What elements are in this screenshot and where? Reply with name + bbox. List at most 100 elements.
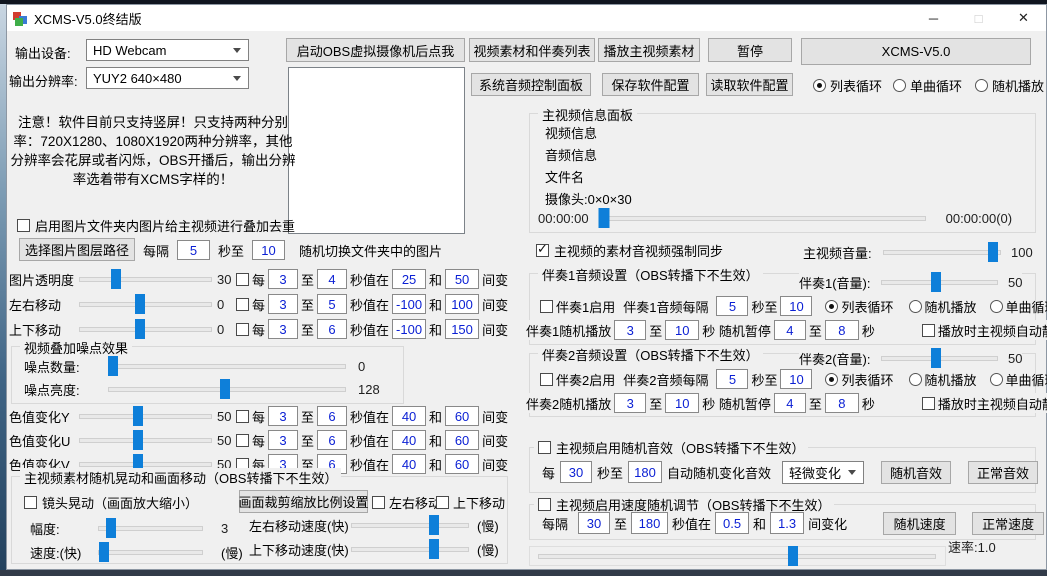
save-config-button[interactable]: 保存软件配置 [602, 73, 699, 96]
load-config-button[interactable]: 读取软件配置 [706, 73, 793, 96]
noise-bright-slider[interactable] [108, 379, 346, 399]
accomp2-pt-input[interactable]: 8 [825, 393, 859, 413]
from-input[interactable]: 3 [268, 406, 298, 426]
accomp2-to-input[interactable]: 10 [780, 369, 812, 389]
mode-single-loop[interactable]: 单曲循环 [893, 76, 962, 94]
to-input[interactable]: 4 [317, 269, 347, 289]
random-sfx-button[interactable]: 随机音效 [881, 461, 951, 484]
sfx-from-input[interactable]: 30 [560, 461, 592, 483]
lr-move-checkbox[interactable] [372, 496, 385, 509]
speed-max-input[interactable]: 1.3 [770, 512, 804, 534]
slider-thumb[interactable] [133, 406, 143, 426]
status-listbox[interactable] [288, 67, 465, 234]
ud-move-checkbox[interactable] [436, 496, 449, 509]
accomp2-single-radio[interactable] [990, 373, 1003, 386]
slider-thumb[interactable] [108, 356, 118, 376]
slider-thumb[interactable] [220, 379, 230, 399]
maximize-icon[interactable]: □ [956, 5, 1001, 31]
vary-checkbox[interactable] [236, 434, 249, 447]
obs-virtual-camera-button[interactable]: 启动OBS虚拟摄像机后点我 [286, 38, 465, 62]
ud-speed-slider[interactable] [351, 539, 469, 559]
accomp2-rf-input[interactable]: 3 [614, 393, 646, 413]
accomp1-single-radio[interactable] [990, 300, 1003, 313]
lr-move-slider[interactable] [79, 294, 212, 314]
slider-thumb[interactable] [988, 242, 998, 262]
accomp2-mute-checkbox[interactable] [922, 397, 935, 410]
lens-shake-checkbox[interactable] [24, 496, 37, 509]
minimize-icon[interactable]: ─ [911, 5, 956, 31]
min-input[interactable]: 40 [392, 454, 426, 474]
random-play-radio[interactable] [975, 79, 988, 92]
min-input[interactable]: 25 [392, 269, 426, 289]
accomp1-pf-input[interactable]: 4 [774, 320, 806, 340]
slider-thumb[interactable] [429, 515, 439, 535]
sync-checkbox[interactable] [536, 244, 549, 257]
max-input[interactable]: 150 [445, 319, 479, 339]
output-device-select[interactable]: HD Webcam [86, 39, 249, 61]
vary-checkbox[interactable] [236, 298, 249, 311]
overlay-enable-checkbox[interactable] [17, 219, 30, 232]
min-input[interactable]: 40 [392, 406, 426, 426]
accomp2-volume-slider[interactable] [881, 348, 998, 368]
from-input[interactable]: 3 [268, 430, 298, 450]
slider-thumb[interactable] [135, 294, 145, 314]
accomp2-from-input[interactable]: 5 [716, 369, 748, 389]
min-input[interactable]: -100 [392, 294, 426, 314]
max-input[interactable]: 60 [445, 430, 479, 450]
accomp2-enable-checkbox[interactable] [540, 373, 553, 386]
amplitude-slider[interactable] [98, 518, 203, 538]
output-resolution-select[interactable]: YUY2 640×480 [86, 67, 249, 89]
accomp1-rt-input[interactable]: 10 [665, 320, 699, 340]
accomp1-random-radio[interactable] [909, 300, 922, 313]
speed-from-input[interactable]: 30 [578, 512, 610, 534]
list-loop-radio[interactable] [813, 79, 826, 92]
slider-thumb[interactable] [931, 272, 941, 292]
accomp1-rf-input[interactable]: 3 [614, 320, 646, 340]
to-input[interactable]: 5 [317, 294, 347, 314]
max-input[interactable]: 60 [445, 454, 479, 474]
accomp2-random-radio[interactable] [909, 373, 922, 386]
main-volume-slider[interactable] [883, 242, 1001, 262]
slider-thumb[interactable] [135, 319, 145, 339]
vary-checkbox[interactable] [236, 410, 249, 423]
audio-panel-button[interactable]: 系统音频控制面板 [471, 73, 591, 96]
mode-list-loop[interactable]: 列表循环 [813, 76, 882, 94]
interval-to-input[interactable]: 10 [252, 240, 285, 260]
sfx-mode-select[interactable]: 轻微变化 [782, 461, 864, 484]
to-input[interactable]: 6 [317, 406, 347, 426]
crop-scale-button[interactable]: 画面裁剪缩放比例设置 [239, 490, 368, 513]
sfx-enable-checkbox[interactable] [538, 441, 551, 454]
slider-thumb[interactable] [106, 518, 116, 538]
speed-slider[interactable] [98, 542, 203, 562]
accomp1-list-radio[interactable] [825, 300, 838, 313]
accomp2-list-radio[interactable] [825, 373, 838, 386]
accomp1-enable-checkbox[interactable] [540, 300, 553, 313]
accomp1-mute-checkbox[interactable] [922, 324, 935, 337]
rate-slider[interactable] [538, 546, 936, 566]
transparency-slider[interactable] [79, 269, 212, 289]
vary-checkbox[interactable] [236, 323, 249, 336]
normal-speed-button[interactable]: 正常速度 [972, 512, 1044, 535]
xcms-button[interactable]: XCMS-V5.0 [801, 38, 1031, 65]
slider-thumb[interactable] [429, 539, 439, 559]
accomp1-from-input[interactable]: 5 [716, 296, 748, 316]
min-input[interactable]: 40 [392, 430, 426, 450]
single-loop-radio[interactable] [893, 79, 906, 92]
noise-count-slider[interactable] [108, 356, 346, 376]
to-input[interactable]: 6 [317, 430, 347, 450]
lr-speed-slider[interactable] [351, 515, 469, 535]
sfx-to-input[interactable]: 180 [628, 461, 662, 483]
max-input[interactable]: 60 [445, 406, 479, 426]
slider-thumb[interactable] [133, 430, 143, 450]
accomp1-pt-input[interactable]: 8 [825, 320, 859, 340]
slider-thumb[interactable] [788, 546, 798, 566]
accomp1-to-input[interactable]: 10 [780, 296, 812, 316]
to-input[interactable]: 6 [317, 319, 347, 339]
y-slider[interactable] [79, 406, 212, 426]
material-list-button[interactable]: 视频素材和伴奏列表 [469, 38, 595, 62]
ud-move-slider[interactable] [79, 319, 212, 339]
from-input[interactable]: 3 [268, 269, 298, 289]
mode-random[interactable]: 随机播放 [975, 76, 1044, 94]
normal-sfx-button[interactable]: 正常音效 [968, 461, 1038, 484]
slider-thumb[interactable] [111, 269, 121, 289]
